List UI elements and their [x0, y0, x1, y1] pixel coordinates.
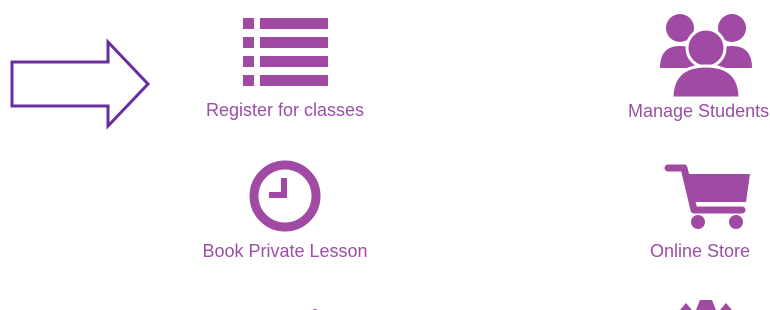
manage-students-label: Manage Students: [628, 101, 770, 121]
list-icon: [243, 18, 328, 86]
online-store-label: Online Store: [650, 241, 751, 261]
register-for-classes-label: Register for classes: [205, 100, 365, 120]
online-store-tile[interactable]: Online Store: [630, 150, 770, 270]
book-private-lesson-label: Book Private Lesson: [202, 241, 368, 261]
cart-icon: [664, 164, 750, 229]
manage-students-tile[interactable]: Manage Students: [620, 4, 770, 130]
register-for-classes-tile[interactable]: Register for classes: [180, 10, 390, 130]
clock-icon: [249, 160, 321, 232]
book-private-lesson-tile[interactable]: Book Private Lesson: [180, 150, 390, 270]
users-icon: [660, 14, 752, 100]
